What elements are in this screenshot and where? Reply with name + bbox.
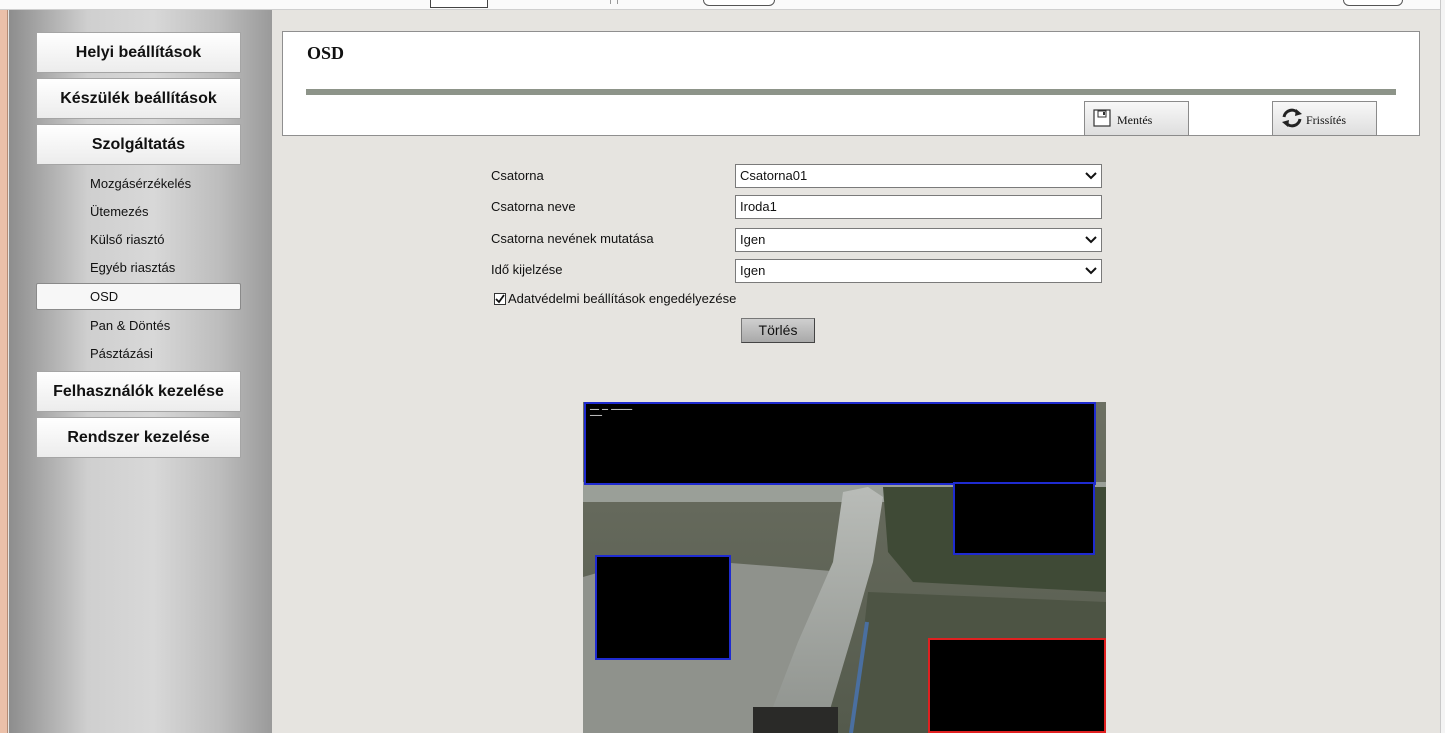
save-button-label: Mentés	[1117, 113, 1153, 127]
channel-select-value: Csatorna01	[740, 168, 808, 183]
left-edge	[0, 10, 8, 733]
sidebar-item-osd-label: OSD	[90, 289, 119, 304]
show-time-select-value: Igen	[740, 263, 766, 278]
show-name-select[interactable]: Igen	[735, 228, 1102, 252]
channel-name-input[interactable]: Iroda1	[735, 195, 1102, 219]
privacy-checkbox-row[interactable]: Adatvédelmi beállítások engedélyezése	[494, 291, 736, 306]
show-name-label: Csatorna nevének mutatása	[491, 231, 654, 246]
chevron-down-icon	[1084, 263, 1098, 285]
privacy-mask-top[interactable]: ━━━ ━━ ━━━━━━━ ━━━━	[584, 402, 1096, 485]
sidebar-item-motion-detection[interactable]: Mozgásérzékelés	[90, 176, 191, 191]
privacy-mask-right[interactable]	[953, 482, 1095, 555]
header-divider-bar	[306, 89, 1396, 95]
floppy-disk-icon	[1093, 109, 1111, 131]
channel-name-label: Csatorna neve	[491, 199, 576, 214]
video-preview[interactable]: ━━━ ━━ ━━━━━━━ ━━━━	[583, 402, 1106, 733]
sidebar: Helyi beállítások Készülék beállítások S…	[9, 10, 272, 733]
clear-button[interactable]: Törlés	[741, 318, 815, 343]
chevron-down-icon	[1084, 232, 1098, 254]
sidebar-item-external-alarm[interactable]: Külső riasztó	[90, 232, 164, 247]
show-time-label: Idő kijelzése	[491, 262, 563, 277]
top-divider	[610, 0, 618, 4]
privacy-mask-selected[interactable]	[928, 638, 1106, 733]
channel-label: Csatorna	[491, 168, 544, 183]
sidebar-item-pan-tilt[interactable]: Pan & Döntés	[90, 318, 170, 333]
refresh-button[interactable]: Frissítés	[1272, 101, 1377, 136]
sidebar-item-other-alarm[interactable]: Egyéb riasztás	[90, 260, 175, 275]
chevron-down-icon	[1084, 168, 1098, 190]
top-control[interactable]	[703, 0, 775, 6]
sidebar-item-osd[interactable]	[36, 283, 241, 310]
channel-select[interactable]: Csatorna01	[735, 164, 1102, 188]
privacy-mask-left[interactable]	[595, 555, 731, 660]
top-control[interactable]	[1343, 0, 1403, 6]
check-icon	[495, 294, 505, 304]
osd-header-panel: OSD Mentés Frissítés	[282, 31, 1420, 136]
nav-user-management[interactable]: Felhasználók kezelése	[36, 371, 241, 412]
refresh-button-label: Frissítés	[1306, 113, 1347, 127]
right-edge	[1440, 0, 1445, 733]
nav-service[interactable]: Szolgáltatás	[36, 124, 241, 165]
sidebar-item-patrol[interactable]: Pásztázási	[90, 346, 153, 361]
nav-device-settings[interactable]: Készülék beállítások	[36, 78, 241, 119]
save-button[interactable]: Mentés	[1084, 101, 1189, 136]
channel-name-value: Iroda1	[740, 199, 777, 214]
nav-system-management[interactable]: Rendszer kezelése	[36, 417, 241, 458]
privacy-checkbox-label: Adatvédelmi beállítások engedélyezése	[508, 291, 737, 306]
sidebar-item-schedule[interactable]: Ütemezés	[90, 204, 149, 219]
show-time-select[interactable]: Igen	[735, 259, 1102, 283]
top-control[interactable]	[430, 0, 488, 8]
privacy-checkbox[interactable]	[494, 293, 506, 305]
show-name-select-value: Igen	[740, 232, 766, 247]
video-timestamp-overlay: ━━━ ━━ ━━━━━━━ ━━━━	[590, 407, 633, 419]
browser-top-strip	[0, 0, 1445, 10]
page-title: OSD	[307, 43, 345, 63]
refresh-arrows-icon	[1281, 108, 1303, 132]
nav-local-settings[interactable]: Helyi beállítások	[36, 32, 241, 73]
